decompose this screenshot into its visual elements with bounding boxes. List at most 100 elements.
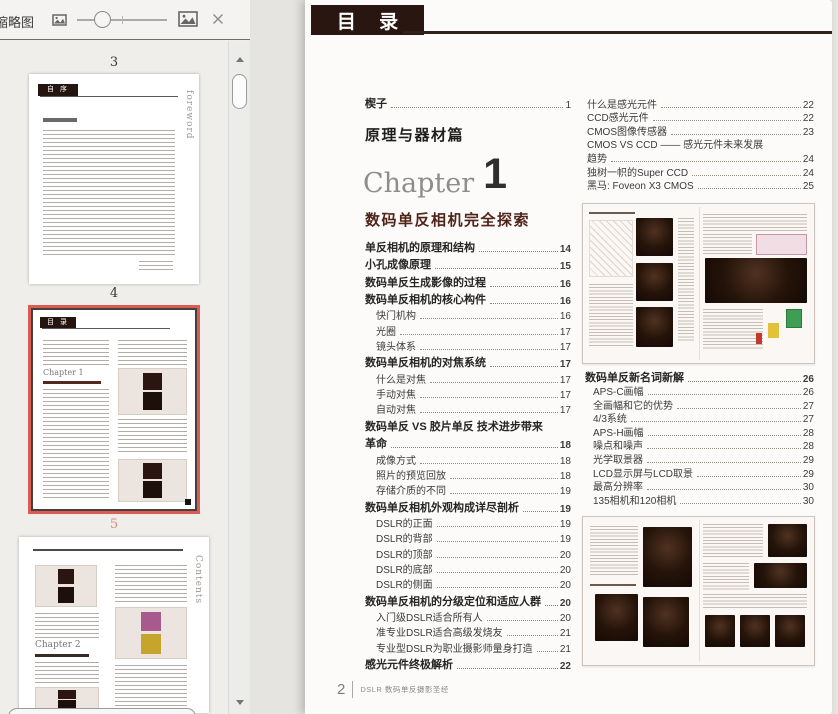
scroll-up-arrow[interactable] <box>236 57 244 62</box>
toc-entry-text: DSLR的侧面 <box>376 580 433 592</box>
preview-photo <box>705 614 736 648</box>
toc-entry-page: 19 <box>559 518 571 530</box>
preview-heading-bar <box>589 583 637 586</box>
toc-entry: 数码单反相机的核心构件 16 <box>365 290 571 307</box>
toc-entry: 单反相机的原理和结构 14 <box>365 237 571 255</box>
toc-leader-dots <box>436 541 558 543</box>
thumbnail-page-5[interactable]: Contents Chapter 2 <box>19 537 209 713</box>
preview-yellow-chip <box>767 323 780 338</box>
toc-leader-dots <box>680 502 801 504</box>
mini-section-title-bar <box>43 381 101 384</box>
toc-entry-text: 准专业DSLR适合高级发烧友 <box>376 628 503 640</box>
toc-entry-page: 29 <box>802 468 814 480</box>
scroll-down-arrow[interactable] <box>236 700 244 705</box>
toc-entry: DSLR的底部 20 <box>365 561 571 576</box>
toc-entry: 数码单反生成影像的过程 16 <box>365 272 571 290</box>
toc-leader-dots <box>647 489 801 491</box>
preview-gutter <box>698 207 700 360</box>
thumbnail-page-4-selected[interactable]: 目 录 Chapter 1 <box>28 305 200 514</box>
toc-leader-dots <box>420 348 558 350</box>
slider-handle[interactable] <box>94 11 111 28</box>
toc-entry-page: 27 <box>802 400 814 412</box>
toc-entry-page: 23 <box>802 126 814 138</box>
toc-entry: 快门机构 16 <box>365 307 571 322</box>
close-icon[interactable] <box>211 12 225 31</box>
mini-text-lines <box>115 665 187 709</box>
toc-entry: 数码单反相机的对焦系统 17 <box>365 353 571 370</box>
toc-entry-text: 存储介质的不同 <box>376 486 446 498</box>
toc-leader-dots <box>391 107 564 108</box>
toc-entry: 数码单反相机外观构成详尽剖析 19 <box>365 497 571 515</box>
toc-leader-dots <box>420 396 558 398</box>
chapter-heading: Chapter 1 <box>363 150 507 202</box>
preview-photo <box>753 562 808 589</box>
toc-leader-dots <box>436 556 558 558</box>
mini-text-lines <box>43 340 109 366</box>
mini-text-lines <box>118 419 187 455</box>
toc-leader-dots <box>400 333 558 335</box>
preview-photo <box>643 527 692 587</box>
toc-leader-dots <box>486 619 558 621</box>
toc-leader-dots <box>677 407 801 409</box>
page-label-5: 5 <box>109 517 119 532</box>
toc-entry-text: 照片的预览回放 <box>376 470 446 482</box>
toc-leader-dots <box>450 493 558 495</box>
mini-text-lines <box>35 662 99 683</box>
toc-entry-page: 20 <box>559 597 571 609</box>
toc-entry: DSLR的背部 19 <box>365 530 571 545</box>
footer-book-title: DSLR 数码单反摄影圣经 <box>360 685 449 694</box>
toc-entry-page: 17 <box>559 341 571 353</box>
toc-leader-dots <box>647 462 801 464</box>
mini-image-collage <box>35 565 97 607</box>
toc-entry-page: 24 <box>802 153 814 165</box>
preview-table <box>756 234 808 255</box>
toc-entry-page: 16 <box>559 278 571 290</box>
toc-leader-dots <box>479 250 558 252</box>
toc-leader-dots <box>391 447 558 449</box>
preview-gutter <box>698 519 700 663</box>
sidebar-scrollbar[interactable] <box>228 41 250 714</box>
toc-right-top-column: 什么是感光元件 22 CCD感光元件 22 CMOS图像传感器 23 CMOS … <box>585 97 814 193</box>
toc-entry-page: 22 <box>559 661 571 673</box>
mini-rule <box>40 96 178 97</box>
toc-entry-text: 快门机构 <box>376 311 416 323</box>
toc-entry-page: 17 <box>559 374 571 386</box>
sidebar-toolbar: 缩略图 <box>0 0 250 40</box>
spread-preview-image-1 <box>582 203 815 364</box>
toc-entry-page: 19 <box>559 486 571 498</box>
toc-leader-dots <box>420 462 558 464</box>
preface-mini-header: 自 序 <box>38 84 78 96</box>
toc-entry-page: 16 <box>559 311 571 323</box>
toc-entry-page: 17 <box>559 405 571 417</box>
preview-heading-bar <box>588 211 635 214</box>
toc-leader-dots <box>420 318 558 320</box>
toc-entry: 什么是对焦 17 <box>365 370 571 386</box>
preview-photo <box>774 614 805 648</box>
toc-entry-text: 数码单反 VS 胶片单反 技术进步带来 <box>365 420 543 433</box>
foreword-vertical-text: foreword <box>184 90 194 140</box>
chapter-title: 数码单反相机完全探索 <box>365 212 531 229</box>
toc-entry: 小孔成像原理 15 <box>365 255 571 272</box>
toc-entry-page: 27 <box>802 414 814 426</box>
toc-entry-text: 单反相机的原理和结构 <box>365 241 475 254</box>
toc-entry: 135相机和120相机 30 <box>585 493 814 507</box>
toc-entry-text: DSLR的背部 <box>376 534 433 546</box>
thumbnail-shrink-icon[interactable] <box>52 13 67 31</box>
preview-photo <box>594 593 639 642</box>
toc-entry: 入门级DSLR适合所有人 20 <box>365 609 571 624</box>
toc-entry-page: 18 <box>559 440 571 452</box>
toc-entry-page: 28 <box>802 427 814 439</box>
collapsed-bottom-toolbar[interactable] <box>8 708 196 714</box>
toc-entry: 准专业DSLR适合高级发烧友 21 <box>365 624 571 639</box>
toc-leader-dots <box>688 380 801 382</box>
toc-entry-page: 21 <box>559 628 571 640</box>
thumbnail-enlarge-icon[interactable] <box>178 11 198 32</box>
preview-text <box>588 283 633 348</box>
toc-leader-dots <box>420 412 558 414</box>
thumbnail-page-3[interactable]: 自 序 foreword <box>29 74 199 284</box>
thumbnail-size-slider[interactable] <box>77 10 167 30</box>
toc-leader-dots <box>430 381 558 383</box>
toc-entry: DSLR的顶部 20 <box>365 545 571 561</box>
toc-entry: 成像方式 18 <box>365 451 571 467</box>
scrollbar-thumb[interactable] <box>232 74 247 109</box>
